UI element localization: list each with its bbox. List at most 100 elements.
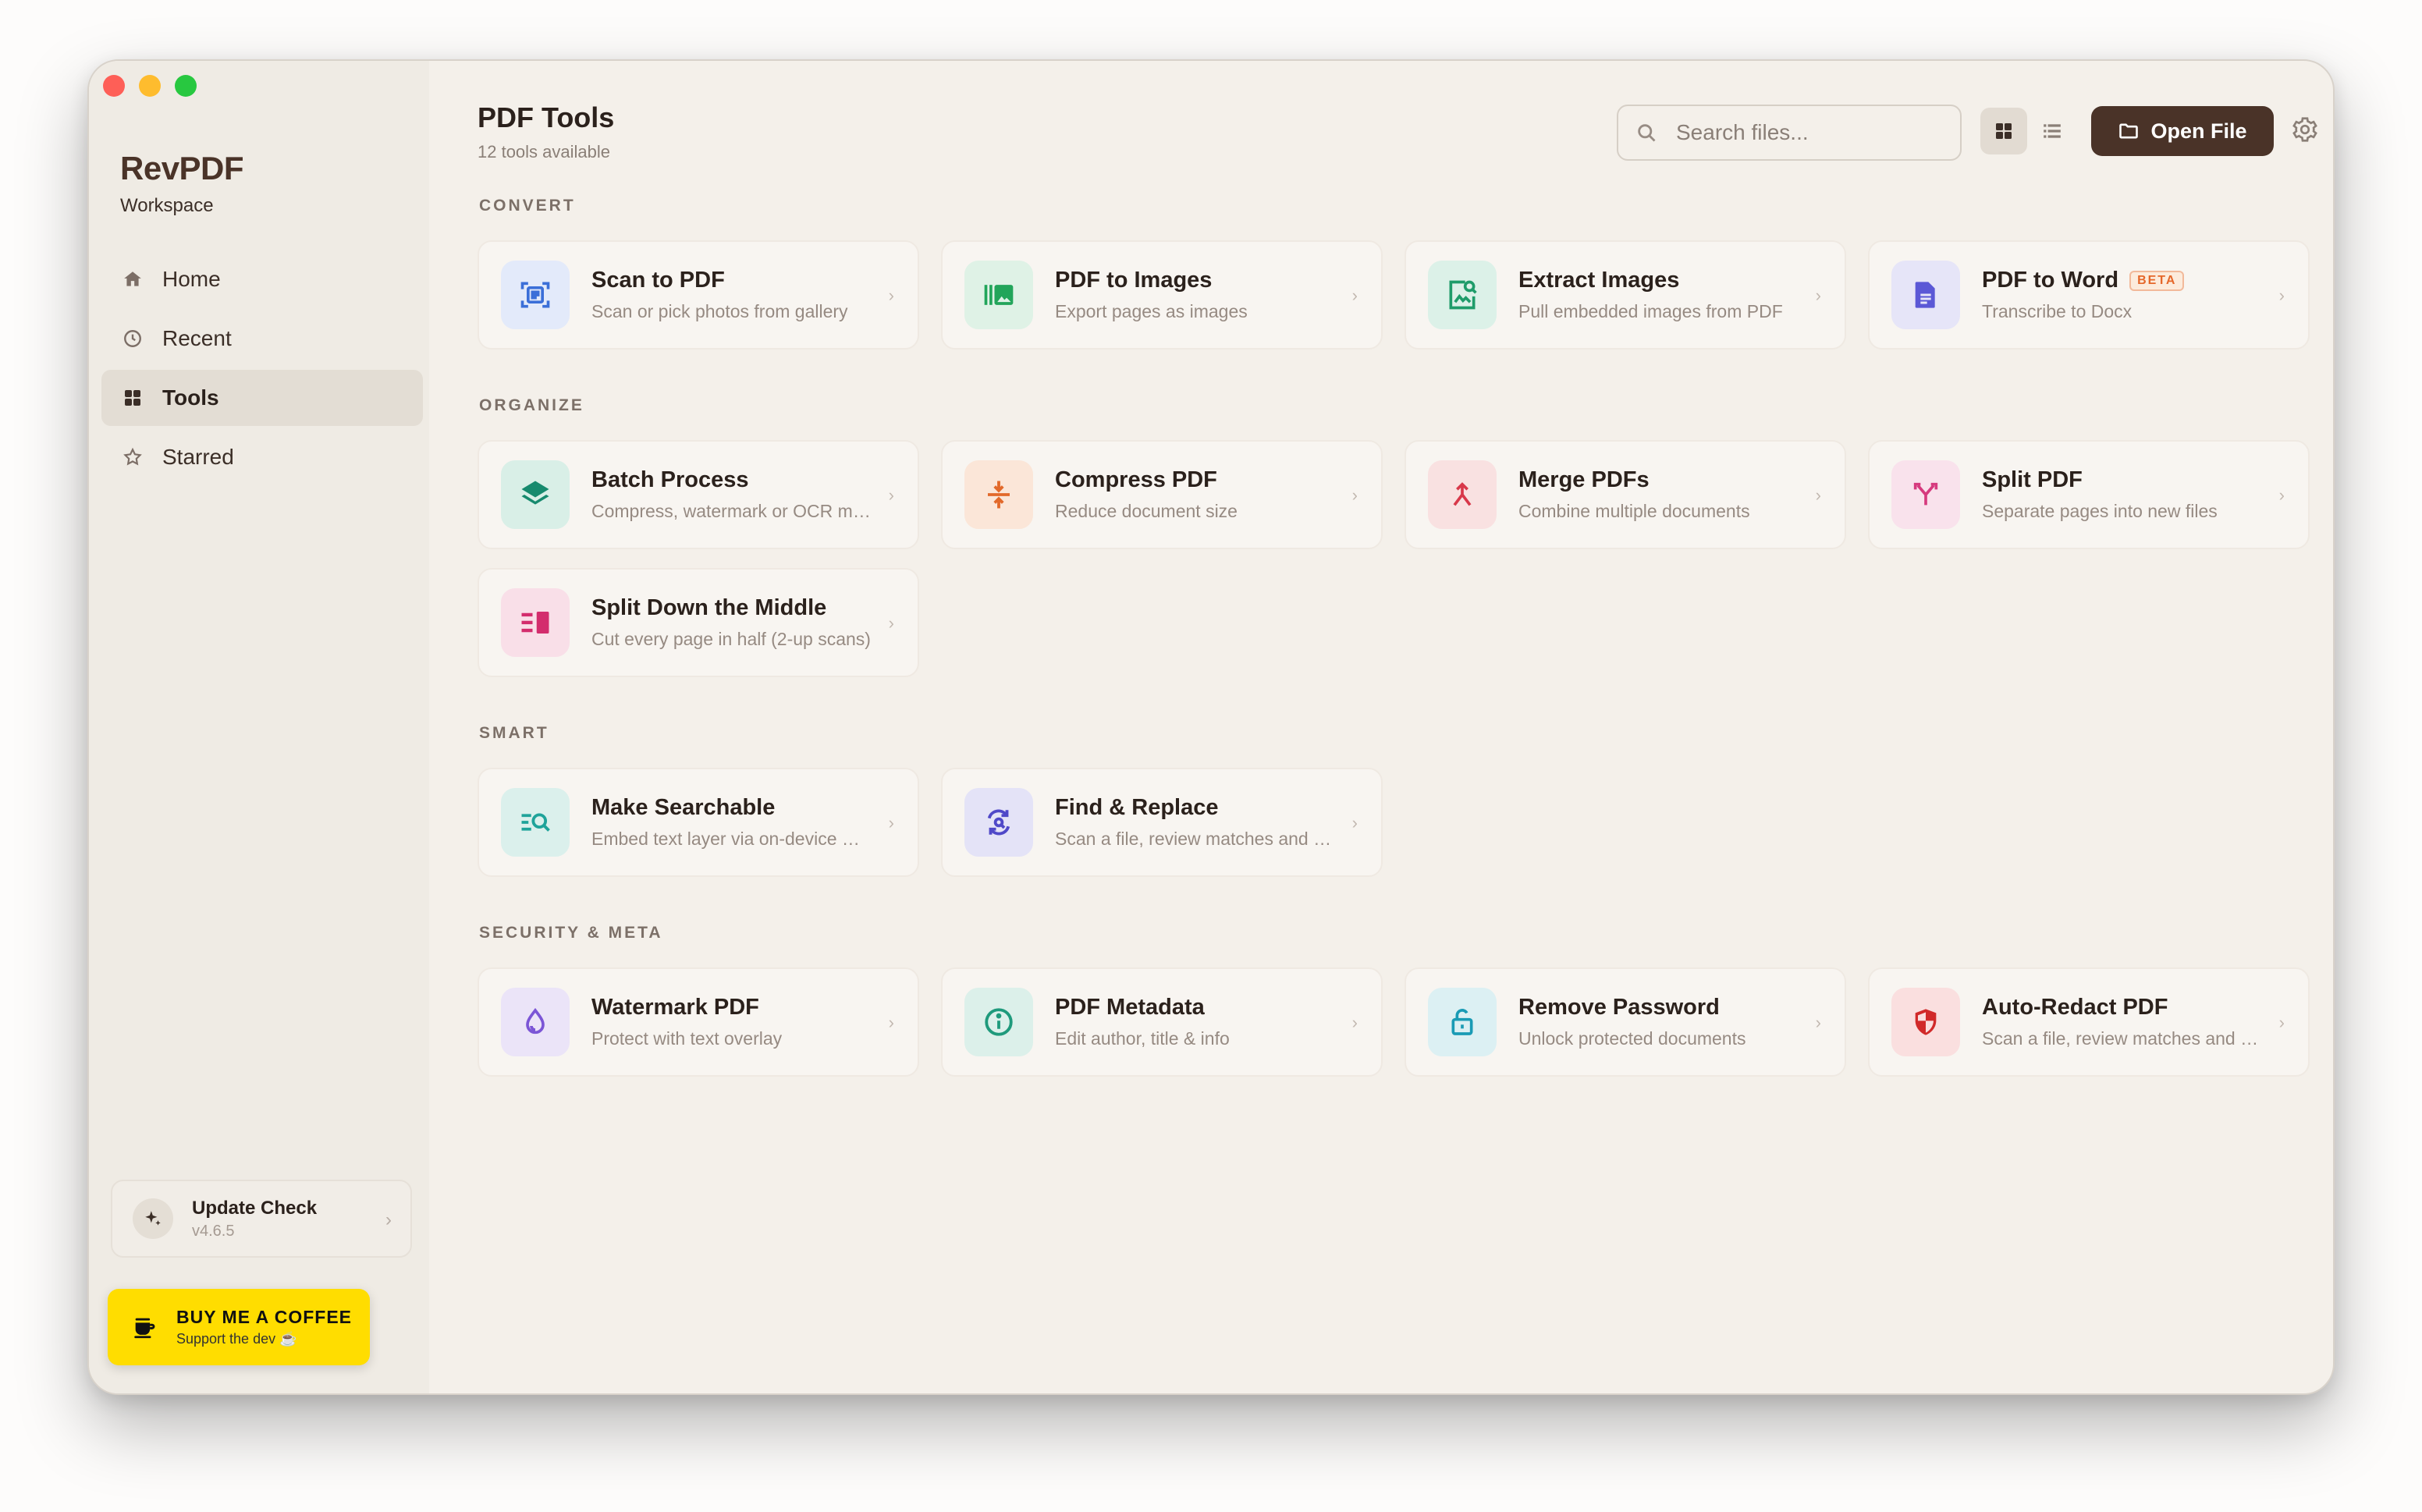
tool-title: PDF Metadata xyxy=(1055,995,1205,1020)
merge-icon xyxy=(1428,460,1497,529)
tool-title: PDF to Word xyxy=(1982,268,2119,293)
tool-card-compress-pdf[interactable]: Compress PDF Reduce document size › xyxy=(941,440,1383,549)
tool-title-row: PDF to Word BETA xyxy=(1982,268,2185,293)
sidebar-item-recent[interactable]: Recent xyxy=(101,311,423,367)
tool-title: Scan to PDF xyxy=(591,268,725,293)
tool-title: Find & Replace xyxy=(1055,795,1219,820)
tool-card-remove-password[interactable]: Remove Password Unlock protected documen… xyxy=(1405,967,1846,1077)
page-title: PDF Tools xyxy=(478,101,615,133)
chevron-right-icon: › xyxy=(888,813,894,832)
sidebar: RevPDF Workspace Home Recent Tools Starr… xyxy=(89,61,429,1393)
minimize-window-button[interactable] xyxy=(139,75,161,97)
home-icon xyxy=(122,268,144,290)
coffee-cup-icon xyxy=(131,1314,158,1340)
tool-title: Auto-Redact PDF xyxy=(1982,995,2168,1020)
tool-card-pdf-to-word[interactable]: PDF to Word BETA Transcribe to Docx › xyxy=(1868,240,2310,350)
grid-view-toggle[interactable] xyxy=(1980,108,2027,154)
chevron-right-icon: › xyxy=(888,1013,894,1032)
info-icon xyxy=(964,988,1033,1056)
images-icon xyxy=(964,261,1033,329)
tool-title: PDF to Images xyxy=(1055,268,1213,293)
main-content: PDF Tools 12 tools available Search file… xyxy=(429,61,2333,1393)
chevron-right-icon: › xyxy=(1351,286,1358,305)
tool-title: Batch Process xyxy=(591,467,749,492)
tool-title: Extract Images xyxy=(1518,268,1680,293)
shield-icon xyxy=(1891,988,1960,1056)
sidebar-item-label: Home xyxy=(162,267,221,291)
tool-card-merge-pdfs[interactable]: Merge PDFs Combine multiple documents › xyxy=(1405,440,1846,549)
tool-description: Export pages as images xyxy=(1055,301,1248,321)
chevron-right-icon: › xyxy=(1815,286,1821,305)
compress-icon xyxy=(964,460,1033,529)
search-text-icon xyxy=(501,788,570,857)
update-version: v4.6.5 xyxy=(192,1222,235,1240)
chevron-right-icon: › xyxy=(1815,1013,1821,1032)
search-icon xyxy=(1635,122,1657,144)
sidebar-item-tools[interactable]: Tools xyxy=(101,370,423,426)
tool-description: Combine multiple documents xyxy=(1518,501,1750,521)
tool-card-scan-to-pdf[interactable]: Scan to PDF Scan or pick photos from gal… xyxy=(478,240,919,350)
buy-me-a-coffee-button[interactable]: BUY ME A COFFEE Support the dev ☕ xyxy=(108,1289,370,1365)
find-replace-icon xyxy=(964,788,1033,857)
tool-card-split-pdf[interactable]: Split PDF Separate pages into new files … xyxy=(1868,440,2310,549)
tool-card-make-searchable[interactable]: Make Searchable Embed text layer via on-… xyxy=(478,768,919,877)
tool-description: Edit author, title & info xyxy=(1055,1028,1230,1049)
sidebar-item-label: Starred xyxy=(162,445,234,469)
brand: RevPDF Workspace xyxy=(120,150,244,217)
search-input[interactable]: Search files... xyxy=(1676,120,1809,145)
sidebar-nav: Home Recent Tools Starred xyxy=(101,251,423,488)
page-subtitle: 12 tools available xyxy=(478,142,611,161)
clock-icon xyxy=(122,328,144,350)
tool-card-auto-redact-pdf[interactable]: Auto-Redact PDF Scan a file, review matc… xyxy=(1868,967,2310,1077)
droplet-icon xyxy=(501,988,570,1056)
sidebar-item-label: Recent xyxy=(162,326,232,350)
chevron-right-icon: › xyxy=(888,286,894,305)
close-window-button[interactable] xyxy=(103,75,125,97)
chevron-right-icon: › xyxy=(2278,286,2285,305)
section-label-organize: ORGANIZE xyxy=(479,396,584,414)
search-field[interactable]: Search files... xyxy=(1617,105,1962,161)
settings-button[interactable] xyxy=(2291,115,2319,144)
chevron-right-icon: › xyxy=(1351,813,1358,832)
open-file-label: Open File xyxy=(2150,119,2247,143)
window-controls xyxy=(103,75,197,97)
app-window: RevPDF Workspace Home Recent Tools Starr… xyxy=(87,59,2335,1395)
app-subtitle: Workspace xyxy=(120,195,214,216)
list-view-toggle[interactable] xyxy=(2029,108,2076,154)
tool-description: Reduce document size xyxy=(1055,501,1238,521)
section-label-smart: SMART xyxy=(479,724,549,742)
tool-description: Embed text layer via on-device OCR xyxy=(591,829,872,849)
unlock-icon xyxy=(1428,988,1497,1056)
chevron-right-icon: › xyxy=(2278,1013,2285,1032)
tool-card-extract-images[interactable]: Extract Images Pull embedded images from… xyxy=(1405,240,1846,350)
app-name: RevPDF xyxy=(120,150,244,186)
tool-title: Watermark PDF xyxy=(591,995,759,1020)
open-file-button[interactable]: Open File xyxy=(2091,106,2274,156)
sidebar-item-starred[interactable]: Starred xyxy=(101,429,423,485)
tool-description: Separate pages into new files xyxy=(1982,501,2218,521)
tool-description: Transcribe to Docx xyxy=(1982,301,2133,321)
chevron-right-icon: › xyxy=(2278,485,2285,505)
tool-card-split-down-the-middle[interactable]: Split Down the Middle Cut every page in … xyxy=(478,568,919,677)
tool-card-batch-process[interactable]: Batch Process Compress, watermark or OCR… xyxy=(478,440,919,549)
tool-card-find-and-replace[interactable]: Find & Replace Scan a file, review match… xyxy=(941,768,1383,877)
update-check-button[interactable]: Update Check v4.6.5 › xyxy=(111,1180,412,1258)
star-icon xyxy=(122,446,144,468)
tool-description: Scan a file, review matches and redact xyxy=(1982,1028,2263,1049)
tool-description: Compress, watermark or OCR many files xyxy=(591,501,872,521)
beta-badge: BETA xyxy=(2129,270,2185,291)
coffee-subtitle: Support the dev ☕ xyxy=(176,1331,297,1347)
document-icon xyxy=(1891,261,1960,329)
tool-title: Split Down the Middle xyxy=(591,595,827,620)
extract-image-icon xyxy=(1428,261,1497,329)
tool-card-watermark-pdf[interactable]: Watermark PDF Protect with text overlay … xyxy=(478,967,919,1077)
sidebar-item-home[interactable]: Home xyxy=(101,251,423,307)
tool-card-pdf-metadata[interactable]: PDF Metadata Edit author, title & info › xyxy=(941,967,1383,1077)
zoom-window-button[interactable] xyxy=(175,75,197,97)
chevron-right-icon: › xyxy=(1351,1013,1358,1032)
chevron-right-icon: › xyxy=(888,485,894,505)
chevron-right-icon: › xyxy=(1815,485,1821,505)
tool-description: Cut every page in half (2-up scans) xyxy=(591,629,871,649)
tool-description: Protect with text overlay xyxy=(591,1028,783,1049)
tool-card-pdf-to-images[interactable]: PDF to Images Export pages as images › xyxy=(941,240,1383,350)
